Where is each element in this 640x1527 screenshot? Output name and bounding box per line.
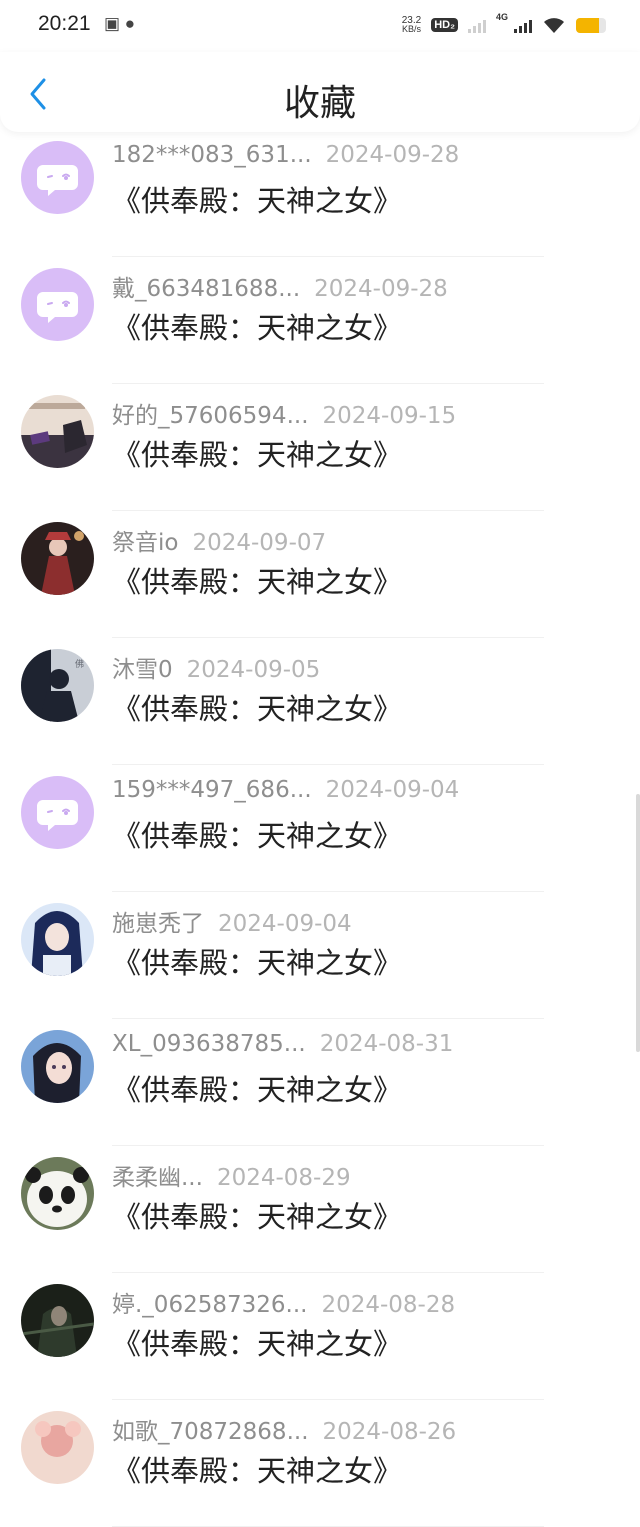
item-date: 2024-08-28 [321, 1292, 456, 1318]
item-date: 2024-09-04 [218, 911, 352, 937]
status-time: 20:21 [38, 12, 91, 35]
item-meta: 如歌_70872868... 2024-08-26 [112, 1412, 456, 1446]
avatar[interactable] [21, 903, 94, 976]
book-title[interactable]: 《供奉殿：天神之女》 [112, 1194, 402, 1236]
favorite-item[interactable]: 如歌_70872868... 2024-08-26 《供奉殿：天神之女》 [0, 1400, 640, 1527]
book-title[interactable]: 《供奉殿：天神之女》 [112, 940, 402, 982]
page-title: 收藏 [283, 83, 356, 124]
item-meta: 182***083_631... 2024-09-28 [112, 142, 459, 168]
favorite-item[interactable]: 柔柔幽... 2024-08-29 《供奉殿：天神之女》 [0, 1146, 640, 1273]
user-name[interactable]: 182***083_631... [112, 142, 312, 168]
avatar[interactable] [21, 522, 94, 595]
item-date: 2024-09-15 [322, 403, 457, 429]
user-name[interactable]: 159***497_686... [112, 777, 312, 803]
avatar[interactable] [21, 1030, 94, 1103]
favorite-item[interactable]: 施崽秃了 2024-09-04 《供奉殿：天神之女》 [0, 892, 640, 1019]
item-date: 2024-08-31 [319, 1031, 454, 1057]
battery-fill [576, 17, 599, 33]
hd-icon: HD₂ [431, 18, 458, 32]
user-name[interactable]: 施崽秃了 [112, 911, 204, 937]
user-name[interactable]: 如歌_70872868... [112, 1419, 309, 1445]
avatar[interactable] [21, 395, 94, 468]
book-title[interactable]: 《供奉殿：天神之女》 [112, 1067, 402, 1109]
favorites-list: 182***083_631... 2024-09-28 《供奉殿：天神之女》 戴_… [0, 130, 640, 1527]
default-avatar-icon[interactable] [21, 776, 94, 849]
item-date: 2024-08-29 [216, 1165, 351, 1191]
user-name[interactable]: 祭音io [112, 530, 178, 556]
favorite-item[interactable]: XL_093638785... 2024-08-31 《供奉殿：天神之女》 [0, 1019, 640, 1146]
item-meta: 祭音io 2024-09-07 [112, 523, 326, 557]
user-name[interactable]: 戴_663481688... [112, 276, 300, 302]
avatar[interactable]: 佛 [21, 649, 94, 722]
item-meta: 沐雪0 2024-09-05 [112, 650, 320, 684]
svg-text:佛: 佛 [75, 658, 84, 670]
user-name[interactable]: XL_093638785... [112, 1031, 306, 1057]
favorite-item[interactable]: 159***497_686... 2024-09-04 《供奉殿：天神之女》 [0, 765, 640, 892]
status-bar: 20:21 ▣ ● 23.2 KB/s HD₂ 4G [0, 0, 640, 52]
favorite-item[interactable]: 182***083_631... 2024-09-28 《供奉殿：天神之女》 [0, 130, 640, 257]
header: 收藏 [0, 52, 640, 132]
favorite-item[interactable]: 婷._062587326... 2024-08-28 《供奉殿：天神之女》 [0, 1273, 640, 1400]
favorite-item[interactable]: 佛 沐雪0 2024-09-05 《供奉殿：天神之女》 [0, 638, 640, 765]
avatar[interactable] [21, 1284, 94, 1357]
message-icon: ● [124, 14, 136, 33]
book-title[interactable]: 《供奉殿：天神之女》 [112, 1448, 402, 1490]
item-meta: 好的_57606594... 2024-09-15 [112, 396, 456, 430]
item-date: 2024-09-28 [314, 276, 448, 302]
user-name[interactable]: 柔柔幽... [112, 1165, 203, 1191]
book-title[interactable]: 《供奉殿：天神之女》 [112, 305, 402, 347]
item-meta: 施崽秃了 2024-09-04 [112, 904, 352, 938]
signal-sim1-icon [467, 17, 486, 33]
item-meta: 柔柔幽... 2024-08-29 [112, 1158, 351, 1192]
status-right: 23.2 KB/s HD₂ 4G [402, 12, 606, 38]
book-title[interactable]: 《供奉殿：天神之女》 [112, 813, 402, 855]
item-date: 2024-08-26 [322, 1419, 457, 1445]
favorite-item[interactable]: 戴_663481688... 2024-09-28 《供奉殿：天神之女》 [0, 257, 640, 384]
item-date: 2024-09-05 [186, 657, 321, 683]
item-date: 2024-09-07 [192, 530, 327, 556]
default-avatar-icon[interactable] [21, 268, 94, 341]
book-title[interactable]: 《供奉殿：天神之女》 [112, 559, 402, 601]
user-name[interactable]: 好的_57606594... [112, 403, 309, 429]
avatar[interactable] [21, 1157, 94, 1230]
user-name[interactable]: 沐雪0 [112, 657, 173, 683]
item-meta: 159***497_686... 2024-09-04 [112, 777, 459, 803]
network-speed: 23.2 KB/s [401, 15, 422, 34]
book-title[interactable]: 《供奉殿：天神之女》 [112, 1321, 402, 1363]
favorite-item[interactable]: 祭音io 2024-09-07 《供奉殿：天神之女》 [0, 511, 640, 638]
item-meta: XL_093638785... 2024-08-31 [112, 1031, 453, 1057]
network-type: 4G [495, 12, 508, 22]
favorite-item[interactable]: 好的_57606594... 2024-09-15 《供奉殿：天神之女》 [0, 384, 640, 511]
book-title[interactable]: 《供奉殿：天神之女》 [112, 432, 402, 474]
item-date: 2024-09-28 [325, 142, 460, 168]
item-meta: 戴_663481688... 2024-09-28 [112, 269, 448, 303]
default-avatar-icon[interactable] [21, 141, 94, 214]
wifi-icon [544, 18, 564, 33]
item-date: 2024-09-04 [325, 777, 460, 803]
user-name[interactable]: 婷._062587326... [112, 1292, 307, 1318]
signal-sim2-icon [514, 17, 532, 33]
item-meta: 婷._062587326... 2024-08-28 [112, 1285, 455, 1319]
scrollbar[interactable] [636, 794, 640, 1052]
battery-icon [576, 17, 606, 33]
book-title[interactable]: 《供奉殿：天神之女》 [112, 686, 402, 728]
app-notification-icon: ▣ [104, 14, 121, 33]
book-title[interactable]: 《供奉殿：天神之女》 [112, 178, 402, 220]
